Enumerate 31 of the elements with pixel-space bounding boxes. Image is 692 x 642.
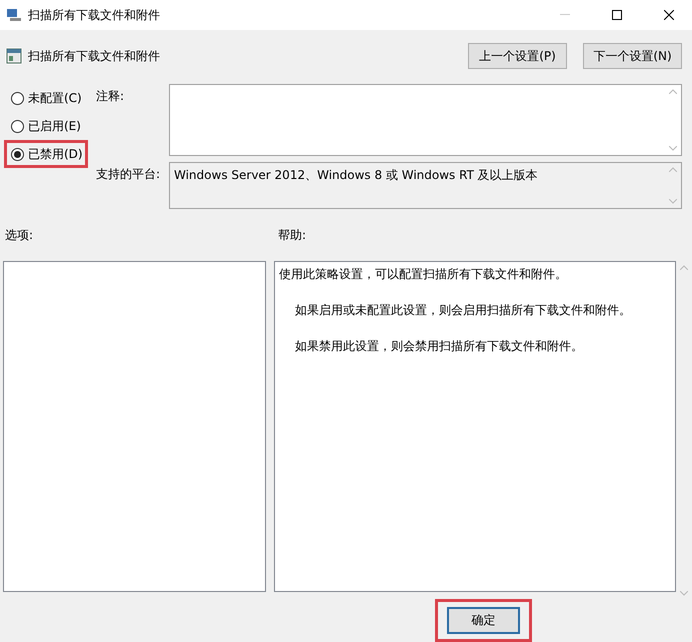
radio-label: 未配置(C) xyxy=(28,90,82,106)
minimize-icon xyxy=(560,14,570,16)
comment-field[interactable] xyxy=(169,84,682,156)
scroll-down-icon[interactable] xyxy=(669,146,677,151)
computer-icon xyxy=(6,8,22,22)
help-label: 帮助: xyxy=(278,227,308,244)
comment-label: 注释: xyxy=(96,88,126,105)
scroll-up-icon[interactable] xyxy=(669,89,677,94)
radio-label: 已禁用(D) xyxy=(28,146,83,162)
window-title: 扫描所有下载文件和附件 xyxy=(28,6,161,24)
platform-field: Windows Server 2012、Windows 8 或 Windows RT 及以上版本 xyxy=(169,162,682,209)
next-setting-button[interactable]: 下一个设置(N) xyxy=(583,43,682,69)
scroll-up-icon[interactable] xyxy=(680,265,688,270)
help-paragraph: 使用此策略设置，可以配置扫描所有下载文件和附件。 xyxy=(278,266,568,283)
platform-label: 支持的平台: xyxy=(96,166,162,183)
help-paragraph: 如果启用或未配置此设置，则会启用扫描所有下载文件和附件。 xyxy=(294,302,632,319)
scroll-down-icon[interactable] xyxy=(680,591,688,596)
ok-button[interactable]: 确定 xyxy=(447,607,520,634)
radio-button[interactable] xyxy=(11,148,24,160)
setting-title: 扫描所有下载文件和附件 xyxy=(28,48,161,64)
help-paragraph: 如果禁用此设置，则会禁用扫描所有下载文件和附件。 xyxy=(294,338,584,355)
maximize-icon xyxy=(612,10,622,20)
previous-setting-button[interactable]: 上一个设置(P) xyxy=(468,43,567,69)
radio-button[interactable] xyxy=(11,120,24,132)
options-label: 选项: xyxy=(5,227,34,244)
policy-icon xyxy=(6,48,22,64)
scroll-down-icon[interactable] xyxy=(669,199,677,204)
scroll-up-icon[interactable] xyxy=(669,167,677,172)
radio-button[interactable] xyxy=(11,92,24,104)
close-icon xyxy=(664,10,674,20)
radio-label: 已启用(E) xyxy=(28,118,81,134)
